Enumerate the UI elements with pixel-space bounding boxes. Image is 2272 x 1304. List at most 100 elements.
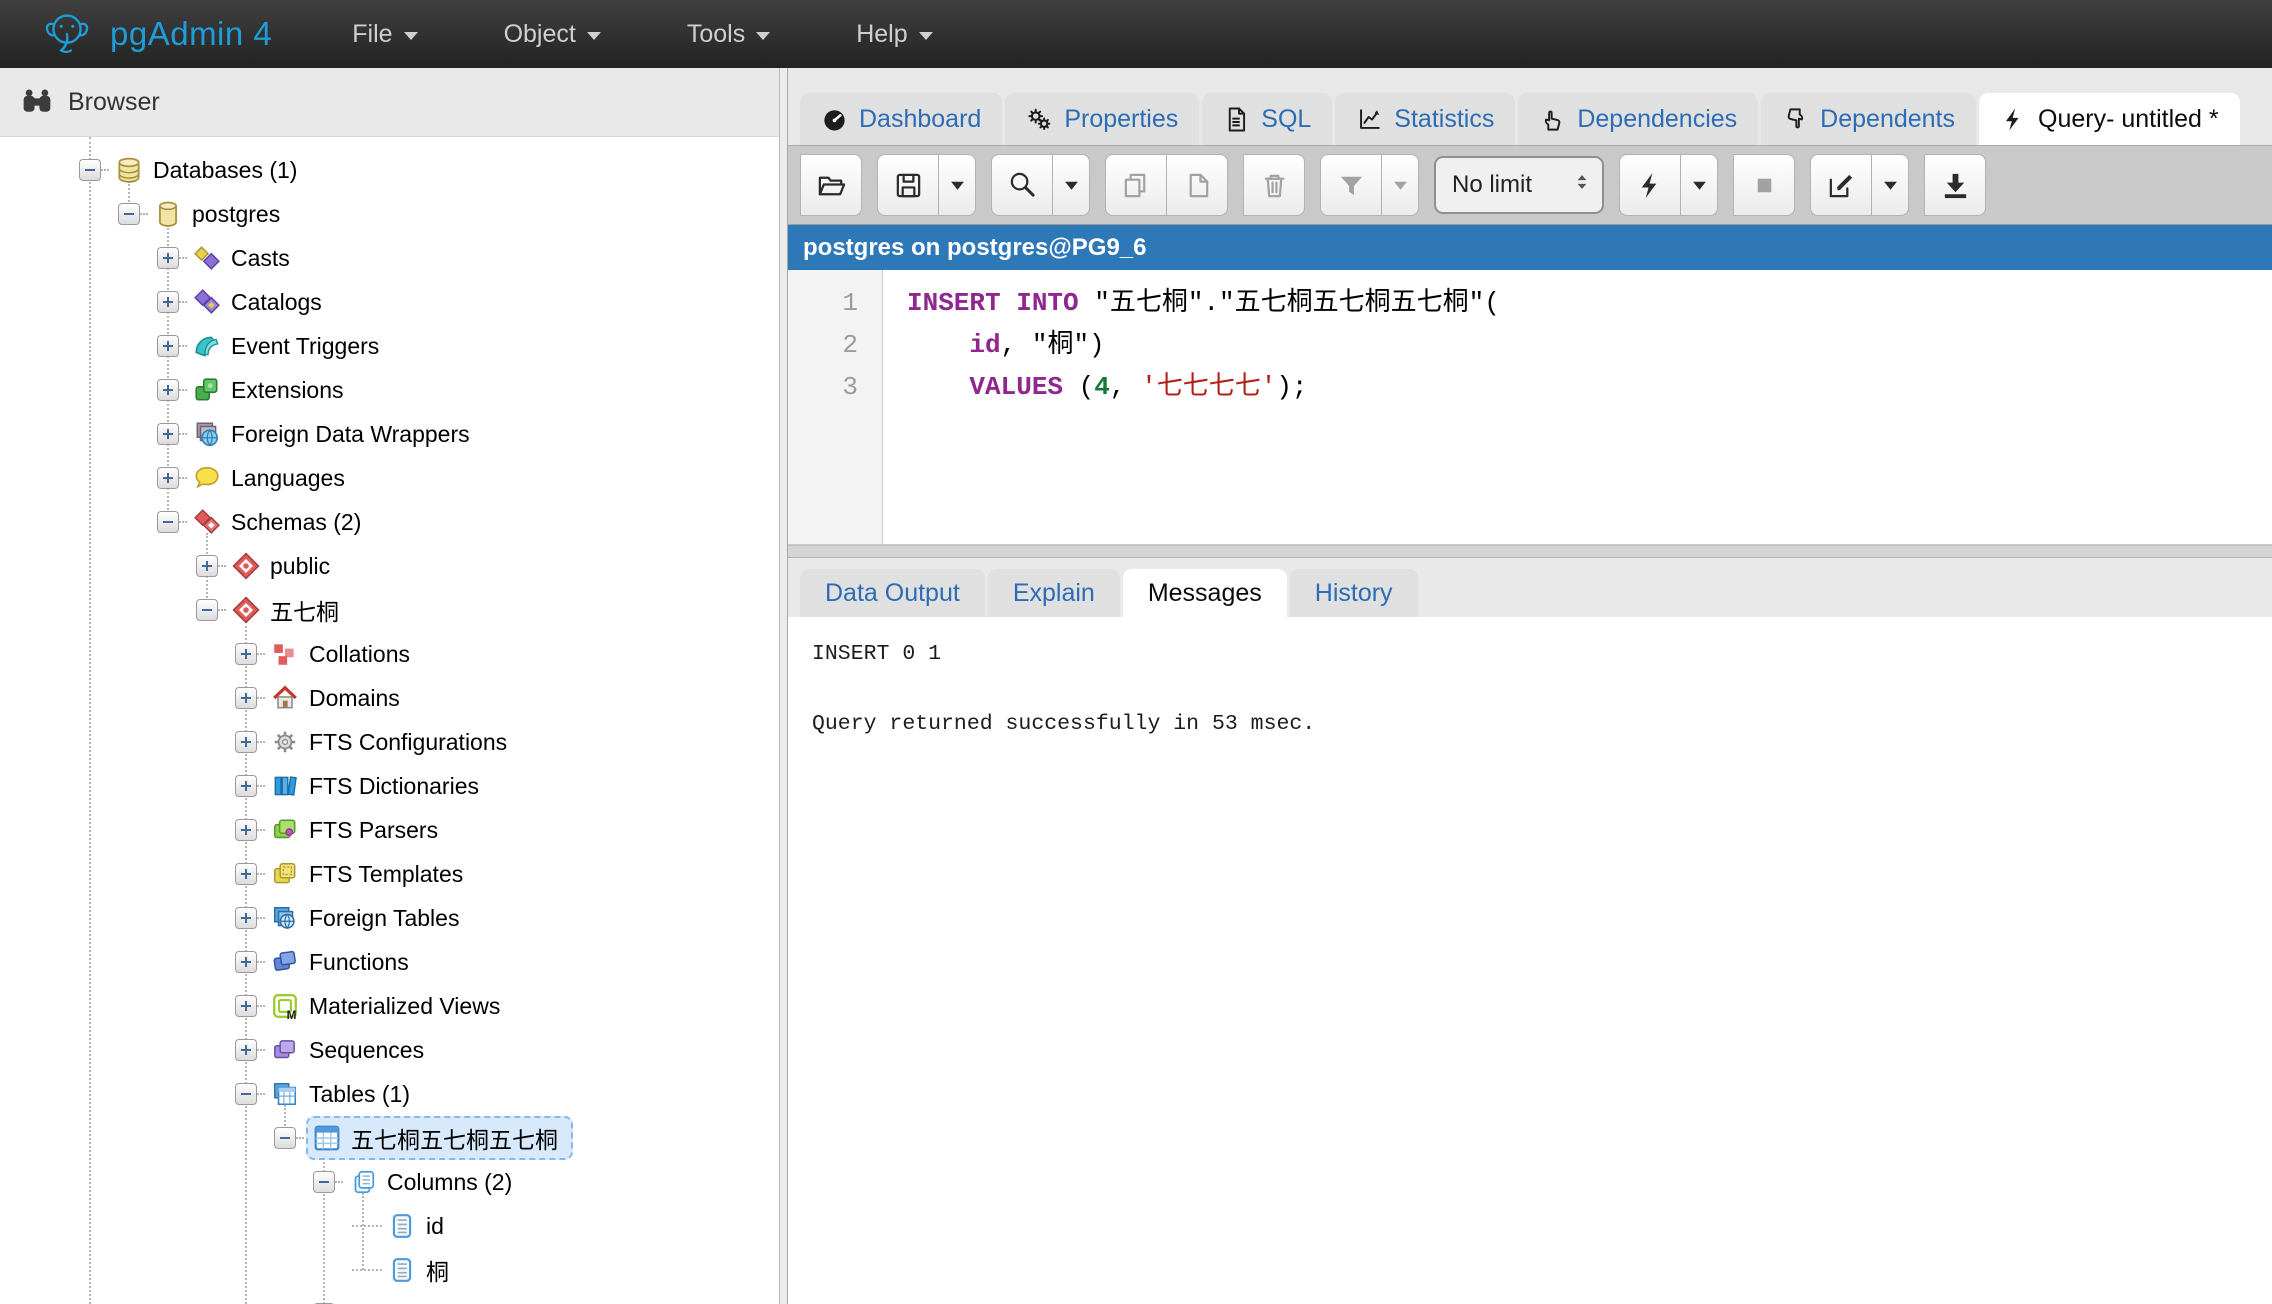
row-limit-select[interactable]: No limit — [1434, 156, 1604, 214]
output-splitter[interactable] — [788, 545, 2272, 558]
tree-item-schemas[interactable]: Schemas (2) — [0, 500, 779, 544]
download-button[interactable] — [1924, 154, 1986, 216]
tab-history[interactable]: History — [1290, 569, 1418, 617]
tree-item-collations[interactable]: Collations — [0, 632, 779, 676]
tree-item-fts-templates[interactable]: FTS Templates — [0, 852, 779, 896]
execute-button[interactable] — [1619, 154, 1681, 216]
tree-connector — [179, 345, 187, 347]
tree-item-constraints-partial[interactable] — [0, 1292, 779, 1304]
tab-label: Dependencies — [1577, 105, 1737, 134]
expand-icon[interactable] — [235, 1039, 257, 1061]
filter-options-button — [1381, 154, 1419, 216]
expand-icon[interactable] — [157, 247, 179, 269]
expand-icon[interactable] — [235, 731, 257, 753]
save-options-button[interactable] — [938, 154, 976, 216]
tab-data-output[interactable]: Data Output — [800, 569, 985, 617]
menu-tools[interactable]: Tools — [687, 20, 770, 49]
tree-item-foreign-tables[interactable]: Foreign Tables — [0, 896, 779, 940]
expand-icon[interactable] — [235, 951, 257, 973]
expand-icon[interactable] — [235, 687, 257, 709]
tree-item-column-id[interactable]: id — [0, 1204, 779, 1248]
tree-item-fts-parsers[interactable]: FTS Parsers — [0, 808, 779, 852]
tree-item-column-tong[interactable]: 桐 — [0, 1248, 779, 1292]
collapse-icon[interactable] — [79, 159, 101, 181]
edit-button[interactable] — [1810, 154, 1872, 216]
expand-icon[interactable] — [157, 335, 179, 357]
tree-item-label: Tables (1) — [309, 1081, 410, 1108]
filter-button — [1320, 154, 1382, 216]
menu-help[interactable]: Help — [856, 20, 932, 49]
fts-parsers-icon — [271, 816, 299, 844]
output-tab-bar: Data OutputExplainMessagesHistory — [788, 558, 2272, 617]
tree-item-functions[interactable]: Functions — [0, 940, 779, 984]
sidebar-splitter[interactable] — [779, 68, 788, 1304]
tree-item-databases[interactable]: Databases (1) — [0, 148, 779, 192]
tree-item-fts-configurations[interactable]: FTS Configurations — [0, 720, 779, 764]
tree-item-catalogs[interactable]: Catalogs — [0, 280, 779, 324]
tree-item-schema-wuqitong[interactable]: 五七桐 — [0, 588, 779, 632]
collapse-icon[interactable] — [235, 1083, 257, 1105]
find-button[interactable] — [991, 154, 1053, 216]
expand-icon[interactable] — [235, 907, 257, 929]
expand-icon[interactable] — [235, 819, 257, 841]
tree-item-label: FTS Dictionaries — [309, 773, 479, 800]
tree-item-materialized-views[interactable]: MMaterialized Views — [0, 984, 779, 1028]
expand-icon[interactable] — [235, 863, 257, 885]
tab-properties[interactable]: Properties — [1005, 93, 1199, 145]
tree-item-fts-dictionaries[interactable]: FTS Dictionaries — [0, 764, 779, 808]
editor-line: 3 VALUES (4, '七七七七'); — [788, 366, 2272, 408]
collapse-icon[interactable] — [118, 203, 140, 225]
tree-item-postgres[interactable]: postgres — [0, 192, 779, 236]
tree-item-extensions[interactable]: Extensions — [0, 368, 779, 412]
expand-icon[interactable] — [235, 775, 257, 797]
tree-item-schema-public[interactable]: public — [0, 544, 779, 588]
tab-statistics[interactable]: Statistics — [1335, 93, 1515, 145]
menu-object[interactable]: Object — [504, 20, 601, 49]
expand-icon[interactable] — [157, 379, 179, 401]
collapse-icon[interactable] — [313, 1171, 335, 1193]
tree-item-label: Foreign Data Wrappers — [231, 421, 470, 448]
tree-item-sequences[interactable]: Sequences — [0, 1028, 779, 1072]
menu-bar: File Object Tools Help — [352, 20, 1018, 49]
tree-item-label: Catalogs — [231, 289, 322, 316]
tab-dashboard[interactable]: Dashboard — [800, 93, 1002, 145]
tree-connector — [179, 477, 187, 479]
expand-icon[interactable] — [196, 555, 218, 577]
tab-query[interactable]: Query- untitled * — [1979, 93, 2240, 145]
tree-item-casts[interactable]: Casts — [0, 236, 779, 280]
expand-icon[interactable] — [157, 291, 179, 313]
save-button[interactable] — [877, 154, 939, 216]
tab-dependencies[interactable]: Dependencies — [1518, 93, 1758, 145]
find-options-button[interactable] — [1052, 154, 1090, 216]
edit-options-button[interactable] — [1871, 154, 1909, 216]
tree-item-table-wuqitong[interactable]: 五七桐五七桐五七桐 — [0, 1116, 779, 1160]
expand-icon[interactable] — [235, 995, 257, 1017]
tree-item-columns[interactable]: Columns (2) — [0, 1160, 779, 1204]
expand-icon[interactable] — [235, 643, 257, 665]
tree-connector — [101, 169, 109, 171]
tab-label: Dashboard — [859, 105, 981, 134]
tab-messages[interactable]: Messages — [1123, 569, 1287, 617]
tree-connector — [179, 521, 187, 523]
collapse-icon[interactable] — [157, 511, 179, 533]
tab-explain[interactable]: Explain — [988, 569, 1120, 617]
collapse-icon[interactable] — [274, 1127, 296, 1149]
expand-icon[interactable] — [157, 423, 179, 445]
menu-file[interactable]: File — [352, 20, 417, 49]
toolbar-group — [1924, 154, 1986, 216]
sql-editor[interactable]: 1INSERT INTO "五七桐"."五七桐五七桐五七桐"(2 id, "桐"… — [788, 270, 2272, 545]
tree-item-languages[interactable]: Languages — [0, 456, 779, 500]
execute-options-button[interactable] — [1680, 154, 1718, 216]
tree-item-foreign-data-wrappers[interactable]: Foreign Data Wrappers — [0, 412, 779, 456]
tab-dependents[interactable]: Dependents — [1761, 93, 1976, 145]
tree-item-domains[interactable]: Domains — [0, 676, 779, 720]
open-file-button[interactable] — [800, 154, 862, 216]
tree-item-label: Languages — [231, 465, 345, 492]
tree-item-event-triggers[interactable]: Event Triggers — [0, 324, 779, 368]
svg-text:M: M — [287, 1008, 297, 1020]
tree-item-tables[interactable]: Tables (1) — [0, 1072, 779, 1116]
expand-icon[interactable] — [157, 467, 179, 489]
tab-label: Query- untitled * — [2038, 105, 2219, 134]
tab-sql[interactable]: SQL — [1202, 93, 1332, 145]
collapse-icon[interactable] — [196, 599, 218, 621]
